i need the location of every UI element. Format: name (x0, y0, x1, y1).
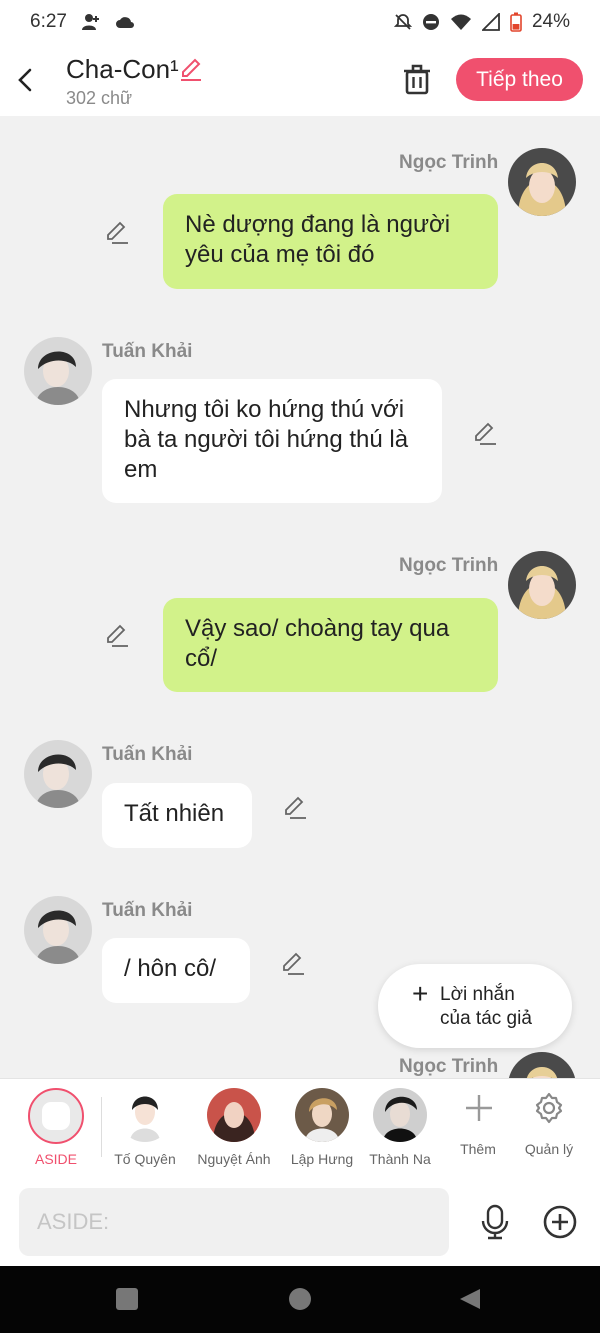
message-text-line: Nè dượng đang là người (185, 211, 451, 238)
avatar-tuan-khai (24, 337, 92, 405)
edit-message-pencil-icon[interactable] (104, 220, 130, 246)
message-text-line: Nhưng tôi ko hứng thú với (124, 396, 405, 423)
character-aside[interactable]: ASIDE (11, 1079, 101, 1179)
mute-notifications-icon (393, 14, 412, 30)
message-text-line: cổ/ (185, 645, 218, 672)
character-nguyet-anh[interactable]: Nguyệt Ánh (189, 1079, 279, 1179)
add-character-button[interactable]: Thêm (440, 1079, 516, 1179)
avatar-tuan-khai (24, 740, 92, 808)
avatar-ngoc-trinh (508, 1052, 576, 1078)
character-thanh-nam[interactable]: Thành Na (365, 1079, 435, 1179)
trash-icon[interactable] (400, 62, 434, 96)
signal-icon (481, 13, 500, 31)
character-selector: ASIDE Tố Quyên Nguyệt Ánh Lập Hưng Thành… (0, 1078, 600, 1178)
character-avatar (118, 1088, 172, 1142)
avatar-ngoc-trinh (508, 551, 576, 619)
input-bar (0, 1178, 600, 1266)
message-bubble[interactable]: Nè dượng đang là người yêu của mẹ tôi đó (163, 194, 498, 289)
message-input[interactable] (19, 1188, 449, 1256)
character-label: Thành Na (369, 1151, 431, 1167)
edit-message-pencil-icon[interactable] (104, 623, 130, 649)
edit-message-pencil-icon[interactable] (280, 951, 306, 977)
message-text-line: Tất nhiên (124, 800, 225, 827)
wifi-icon (450, 14, 471, 30)
author-note-button[interactable]: + Lời nhắn của tác giả (378, 964, 572, 1048)
speaker-name: Tuấn Khải (102, 900, 193, 921)
character-label: ASIDE (34, 1151, 77, 1167)
edit-title-pencil-icon[interactable] (178, 56, 204, 82)
chat-area[interactable]: Ngọc Trinh Nè dượng đang là người yêu củ… (0, 116, 600, 1078)
add-circle-icon[interactable] (542, 1204, 578, 1240)
author-note-label-line2: của tác giả (440, 1008, 532, 1029)
status-time: 6:27 (30, 11, 67, 32)
character-label: Tố Quyên (114, 1151, 176, 1167)
character-label: Lập Hưng (290, 1151, 354, 1167)
system-back-icon[interactable] (458, 1287, 482, 1311)
character-to-quyen[interactable]: Tố Quyên (100, 1079, 190, 1179)
avatar-ngoc-trinh (508, 148, 576, 216)
speaker-name: Tuấn Khải (102, 744, 193, 765)
speaker-name: Ngọc Trinh (399, 152, 499, 173)
do-not-disturb-icon (422, 14, 439, 30)
story-title: Cha-Con¹ (66, 54, 179, 84)
message-text-line: bà ta người tôi hứng thú là (124, 426, 409, 453)
status-bar: 6:27 24% (0, 0, 600, 44)
character-avatar (295, 1088, 349, 1142)
gear-icon (535, 1092, 563, 1124)
edit-message-pencil-icon[interactable] (282, 795, 308, 821)
back-arrow-icon[interactable] (14, 62, 38, 98)
message-bubble[interactable]: / hôn cô/ (102, 938, 250, 1003)
edit-message-pencil-icon[interactable] (472, 421, 498, 447)
plus-icon (466, 1095, 492, 1121)
message-text-line: yêu của mẹ tôi đó (185, 241, 375, 268)
message-text-line: / hôn cô/ (124, 955, 217, 982)
plus-icon: + (412, 978, 429, 1009)
cloud-icon (115, 17, 134, 28)
home-icon[interactable] (289, 1288, 311, 1310)
speaker-name: Ngọc Trinh (399, 555, 499, 576)
battery-icon (510, 12, 522, 32)
avatar-tuan-khai (24, 896, 92, 964)
aside-chat-icon (28, 1088, 84, 1144)
character-lap-hung[interactable]: Lập Hưng (277, 1079, 367, 1179)
message-bubble[interactable]: Vậy sao/ choàng tay qua cổ/ (163, 598, 498, 692)
author-note-label-line1: Lời nhắn (440, 984, 515, 1005)
battery-percent: 24% (531, 11, 570, 32)
message-text-line: em (124, 456, 158, 483)
recent-apps-icon[interactable] (116, 1288, 138, 1310)
message-bubble[interactable]: Tất nhiên (102, 783, 252, 848)
manage-characters-button[interactable]: Quản lý (510, 1079, 588, 1179)
word-count: 302 chữ (66, 88, 133, 108)
character-avatar (373, 1088, 427, 1142)
character-label: Thêm (460, 1141, 496, 1157)
speaker-name: Ngọc Trinh (399, 1056, 499, 1077)
system-navigation-bar (0, 1266, 600, 1333)
message-bubble[interactable]: Nhưng tôi ko hứng thú với bà ta người tô… (102, 379, 442, 503)
message-text-line: Vậy sao/ choàng tay qua (185, 615, 450, 642)
speaker-name: Tuấn Khải (102, 341, 193, 362)
contact-sync-icon (81, 14, 99, 30)
character-label: Quản lý (524, 1141, 574, 1157)
story-header: Cha-Con¹ 302 chữ Tiếp theo (0, 44, 600, 116)
microphone-icon[interactable] (478, 1204, 512, 1240)
character-label: Nguyệt Ánh (197, 1151, 271, 1167)
character-avatar (207, 1088, 261, 1142)
next-button[interactable]: Tiếp theo (456, 58, 583, 101)
